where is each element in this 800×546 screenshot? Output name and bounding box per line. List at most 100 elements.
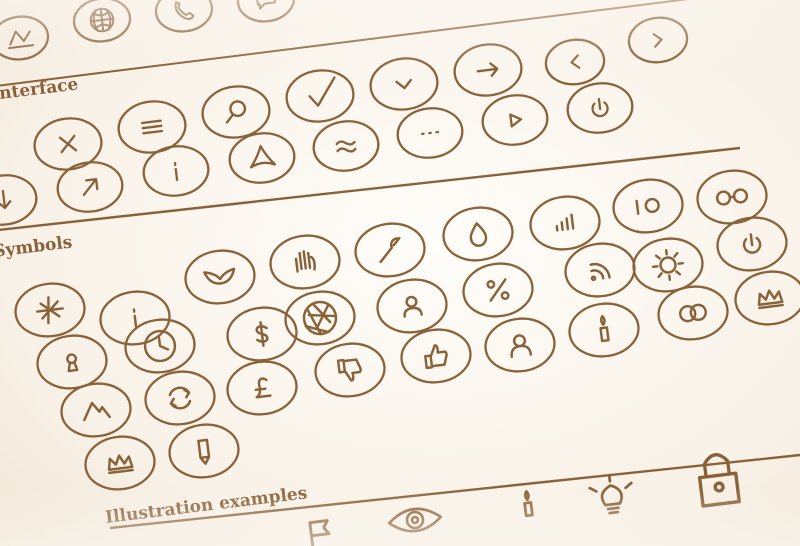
icon-circle (400, 328, 472, 384)
icon-circle (369, 57, 439, 111)
section-heading-interface: Interface (0, 74, 80, 105)
approx-icon (312, 120, 380, 172)
lightbulb-icon (588, 473, 633, 515)
icon-circle (481, 94, 549, 146)
user-chat-glyph (403, 295, 423, 318)
icon-circle (144, 370, 216, 426)
icon-circle (84, 435, 156, 491)
clock-icon (124, 318, 196, 374)
icon-circle (544, 38, 606, 86)
icon-circle (612, 178, 684, 234)
drop-icon (442, 206, 514, 262)
icon-circle (314, 342, 386, 398)
approx-glyph (335, 140, 357, 153)
chevron-right-glyph (652, 33, 663, 48)
info-icon (142, 145, 210, 197)
flag-glyph (308, 519, 331, 546)
toggle-icon (612, 178, 684, 234)
arrow-right-glyph (476, 62, 499, 77)
globe-glyph (89, 7, 115, 33)
checkmark-icon (285, 69, 355, 123)
thumbs-down-icon (314, 342, 386, 398)
pencil-glyph (197, 438, 211, 465)
user-chat-icon (376, 278, 448, 334)
download-icon (0, 174, 38, 226)
pound-glyph (254, 377, 272, 399)
chevron-left-glyph (570, 54, 581, 69)
crown-icon (84, 435, 156, 491)
power-glyph (742, 233, 762, 254)
toggle-glyph (635, 197, 660, 215)
thumbs-up-icon (400, 328, 472, 384)
percent-icon (462, 262, 534, 318)
pencil-icon (168, 423, 240, 479)
info-chat-glyph (132, 308, 138, 328)
divider-top (0, 0, 689, 87)
candle-icon (523, 490, 534, 518)
candle-glyph (523, 490, 534, 518)
arrow-right-icon (453, 43, 523, 97)
more-glyph (420, 130, 440, 136)
rss-glyph (589, 262, 611, 282)
wings-icon (184, 249, 256, 305)
eye-icon (387, 507, 443, 533)
play-glyph (509, 113, 523, 128)
chevron-down-glyph (395, 78, 412, 90)
candle-icon (568, 302, 640, 358)
crown-glyph (107, 454, 134, 475)
icon-sheet-photo: Interface Symbols Illustration examples (0, 0, 800, 546)
user-icon (484, 317, 556, 373)
mountain-glyph (83, 401, 111, 422)
search-glyph (225, 100, 247, 124)
section-heading-symbols: Symbols (0, 232, 73, 262)
rings-glyph (679, 303, 707, 323)
thumbs-up-glyph (424, 344, 448, 370)
icon-circle (184, 249, 256, 305)
wrench-icon (354, 222, 426, 278)
eye-glyph (387, 507, 443, 533)
power-glyph (591, 97, 609, 118)
arrow-up-right-glyph (82, 178, 99, 196)
lock-glyph (697, 453, 741, 508)
glasses-glyph (715, 188, 749, 206)
icon-circle (568, 302, 640, 358)
candle-glyph (599, 315, 610, 343)
chevron-down-icon (369, 57, 439, 111)
hand-icon (269, 234, 341, 290)
wings-glyph (203, 267, 236, 285)
wrench-glyph (379, 236, 401, 264)
icon-circle (285, 69, 355, 123)
menu-glyph (140, 119, 164, 135)
map-glyph (8, 30, 35, 50)
info-chat-icon (99, 290, 171, 346)
phone-icon (154, 0, 214, 33)
signal-bars-glyph (555, 213, 575, 232)
crown-icon (734, 270, 800, 326)
speech-bubble-icon (236, 0, 296, 23)
crown-glyph (757, 289, 784, 310)
speech-bubble-glyph (255, 0, 277, 10)
icon-circle (627, 16, 689, 64)
icon-circle (312, 120, 380, 172)
divider-symbols (109, 453, 800, 530)
refresh-glyph (168, 386, 192, 410)
checkmark-glyph (308, 76, 336, 107)
close-icon (33, 117, 103, 171)
sun-glyph (651, 248, 685, 282)
close-glyph (58, 134, 78, 154)
pound-icon (226, 360, 298, 416)
icon-circle (442, 206, 514, 262)
refresh-icon (144, 370, 216, 426)
icon-circle (0, 174, 38, 226)
menu-icon (117, 100, 187, 154)
drop-glyph (469, 222, 488, 247)
icon-circle (284, 290, 356, 346)
arrow-up-right-icon (56, 161, 124, 213)
lightbulb-glyph (588, 473, 633, 515)
info-glyph (173, 161, 179, 182)
more-icon (396, 107, 464, 159)
map-icon (0, 15, 50, 61)
icon-circle (168, 423, 240, 479)
play-icon (481, 94, 549, 146)
plane-icon (14, 282, 86, 338)
